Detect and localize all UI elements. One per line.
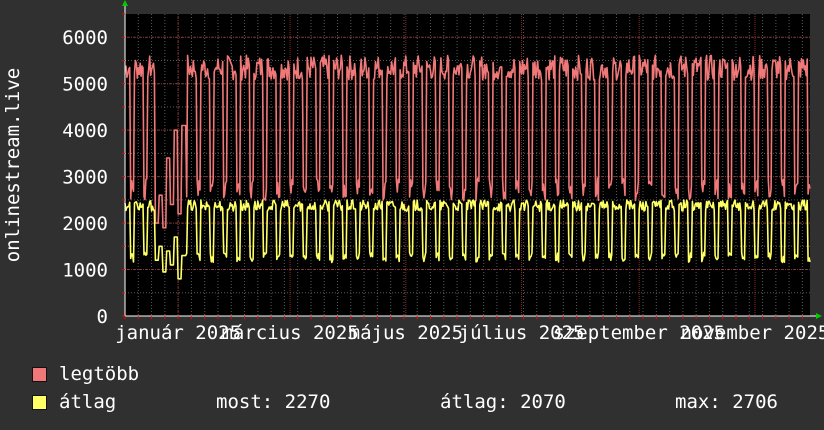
legend-swatch-atlag — [32, 394, 47, 410]
x-tick-label: március 2025 — [221, 322, 358, 344]
y-axis-label: onlinestream.live — [2, 68, 24, 262]
y-tick-label: 1000 — [62, 260, 108, 282]
legend-label-legtobb: legtöbb — [59, 363, 140, 385]
y-tick-label: 4000 — [62, 120, 108, 142]
y-tick-label: 0 — [97, 306, 108, 328]
x-axis-arrow-icon — [816, 313, 822, 319]
stat-max: max: 2706 — [675, 391, 778, 413]
stat-atlag: átlag: 2070 — [440, 391, 566, 413]
y-axis-arrow-icon — [122, 0, 128, 6]
legend-item-atlag: átlag — [32, 391, 116, 413]
stat-most: most: 2270 — [216, 391, 331, 413]
legend-label-atlag: átlag — [59, 391, 117, 413]
y-tick-label: 5000 — [62, 74, 108, 96]
legend-swatch-legtobb — [32, 366, 47, 382]
x-tick-label: május 2025 — [349, 322, 463, 344]
x-tick-label: november 2025 — [681, 322, 824, 344]
y-tick-label: 3000 — [62, 167, 108, 189]
y-tick-label: 6000 — [62, 27, 108, 49]
y-tick-label: 2000 — [62, 213, 108, 235]
chart-container: 0 1000 2000 3000 4000 5000 6000 január 2025 márc… — [0, 0, 824, 430]
legend-item-legtobb: legtöbb — [32, 363, 139, 385]
